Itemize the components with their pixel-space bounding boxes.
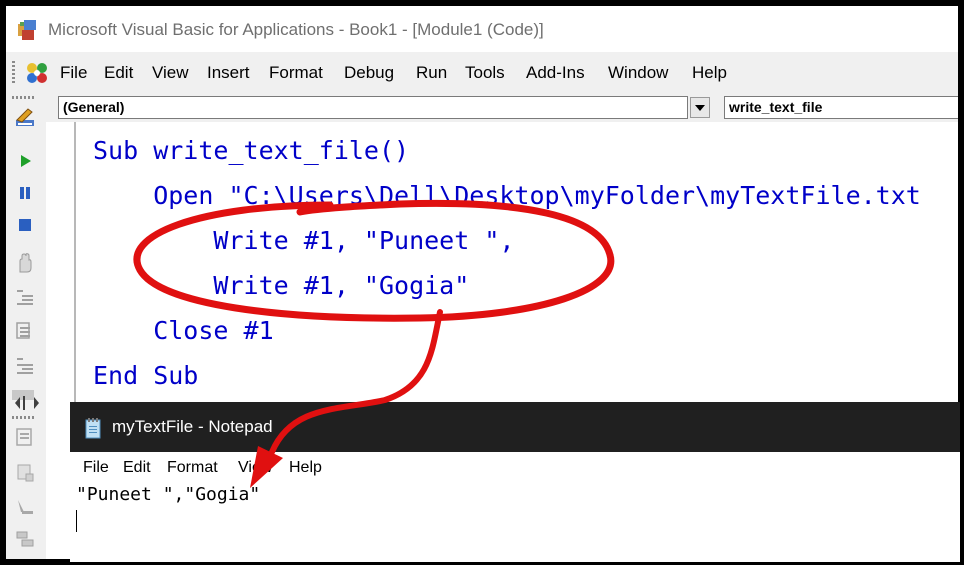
notepad-icon — [85, 418, 101, 439]
notepad-window: myTextFile - Notepad File Edit Format Vi… — [70, 402, 960, 562]
notepad-menu-view[interactable]: View — [238, 459, 272, 477]
notepad-text-content[interactable]: "Puneet ","Gogia" — [76, 484, 260, 505]
window-title: Microsoft Visual Basic for Applications … — [48, 20, 544, 39]
chevron-down-icon — [695, 105, 705, 111]
vba-project-icon[interactable] — [24, 61, 50, 85]
procedure-dropdown[interactable]: write_text_file — [724, 96, 958, 119]
text-caret — [76, 510, 77, 532]
notepad-menu-file[interactable]: File — [83, 459, 109, 477]
notepad-title: myTextFile - Notepad — [112, 417, 273, 436]
menu-insert[interactable]: Insert — [207, 63, 250, 83]
reset-icon[interactable] — [14, 214, 36, 236]
code-line[interactable]: Write #1, "Puneet ", — [93, 226, 514, 255]
menu-add-ins[interactable]: Add-Ins — [526, 63, 585, 83]
menu-run[interactable]: Run — [416, 63, 447, 83]
menu-file[interactable]: File — [60, 63, 87, 83]
step-icon[interactable] — [14, 426, 36, 448]
menu-grip-handle[interactable] — [12, 61, 15, 83]
title-bar: Microsoft Visual Basic for Applications … — [6, 6, 958, 52]
menu-tools[interactable]: Tools — [465, 63, 505, 83]
object-dropdown-arrow[interactable] — [690, 97, 710, 118]
edit-toolbar — [6, 92, 46, 559]
procedure-combo-bar: (General) write_text_file — [46, 92, 958, 122]
uncomment-icon[interactable] — [14, 496, 36, 518]
hand-icon[interactable] — [14, 252, 36, 274]
notepad-title-bar[interactable]: myTextFile - Notepad — [70, 402, 960, 452]
menu-help[interactable]: Help — [692, 63, 727, 83]
notepad-menu-format[interactable]: Format — [167, 459, 218, 477]
toolbar-grip-handle[interactable] — [12, 96, 34, 99]
code-line[interactable]: Write #1, "Gogia" — [93, 271, 469, 300]
menu-debug[interactable]: Debug — [344, 63, 394, 83]
break-icon[interactable] — [14, 182, 36, 204]
bookmark-icon[interactable] — [14, 528, 36, 550]
more-tools-chevron-icon[interactable] — [14, 392, 40, 414]
toolbar-grip-handle-2[interactable] — [12, 416, 34, 419]
notepad-menu-edit[interactable]: Edit — [123, 459, 151, 477]
menu-window[interactable]: Window — [608, 63, 668, 83]
object-dropdown-value: (General) — [63, 99, 125, 115]
object-dropdown[interactable]: (General) — [58, 96, 688, 119]
vba-app-icon[interactable] — [16, 18, 40, 42]
code-line[interactable]: End Sub — [93, 361, 198, 390]
menu-bar: File Edit View Insert Format Debug Run T… — [6, 52, 958, 92]
notepad-menu-help[interactable]: Help — [289, 459, 322, 477]
comment-icon[interactable] — [14, 462, 36, 484]
menu-edit[interactable]: Edit — [104, 63, 133, 83]
toggle-breakpoint-icon[interactable] — [14, 354, 36, 376]
notepad-menu-bar: File Edit Format View Help — [70, 452, 960, 478]
code-line[interactable]: Close #1 — [93, 316, 273, 345]
indent-icon[interactable] — [14, 286, 36, 308]
outdent-icon[interactable] — [14, 320, 36, 342]
procedure-dropdown-value: write_text_file — [729, 99, 823, 115]
code-line[interactable]: Open "C:\Users\Dell\Desktop\myFolder\myT… — [93, 181, 921, 210]
menu-format[interactable]: Format — [269, 63, 323, 83]
code-line[interactable]: Sub write_text_file() — [93, 136, 409, 165]
menu-view[interactable]: View — [152, 63, 189, 83]
design-mode-icon[interactable] — [14, 106, 36, 128]
run-icon[interactable] — [14, 150, 36, 172]
